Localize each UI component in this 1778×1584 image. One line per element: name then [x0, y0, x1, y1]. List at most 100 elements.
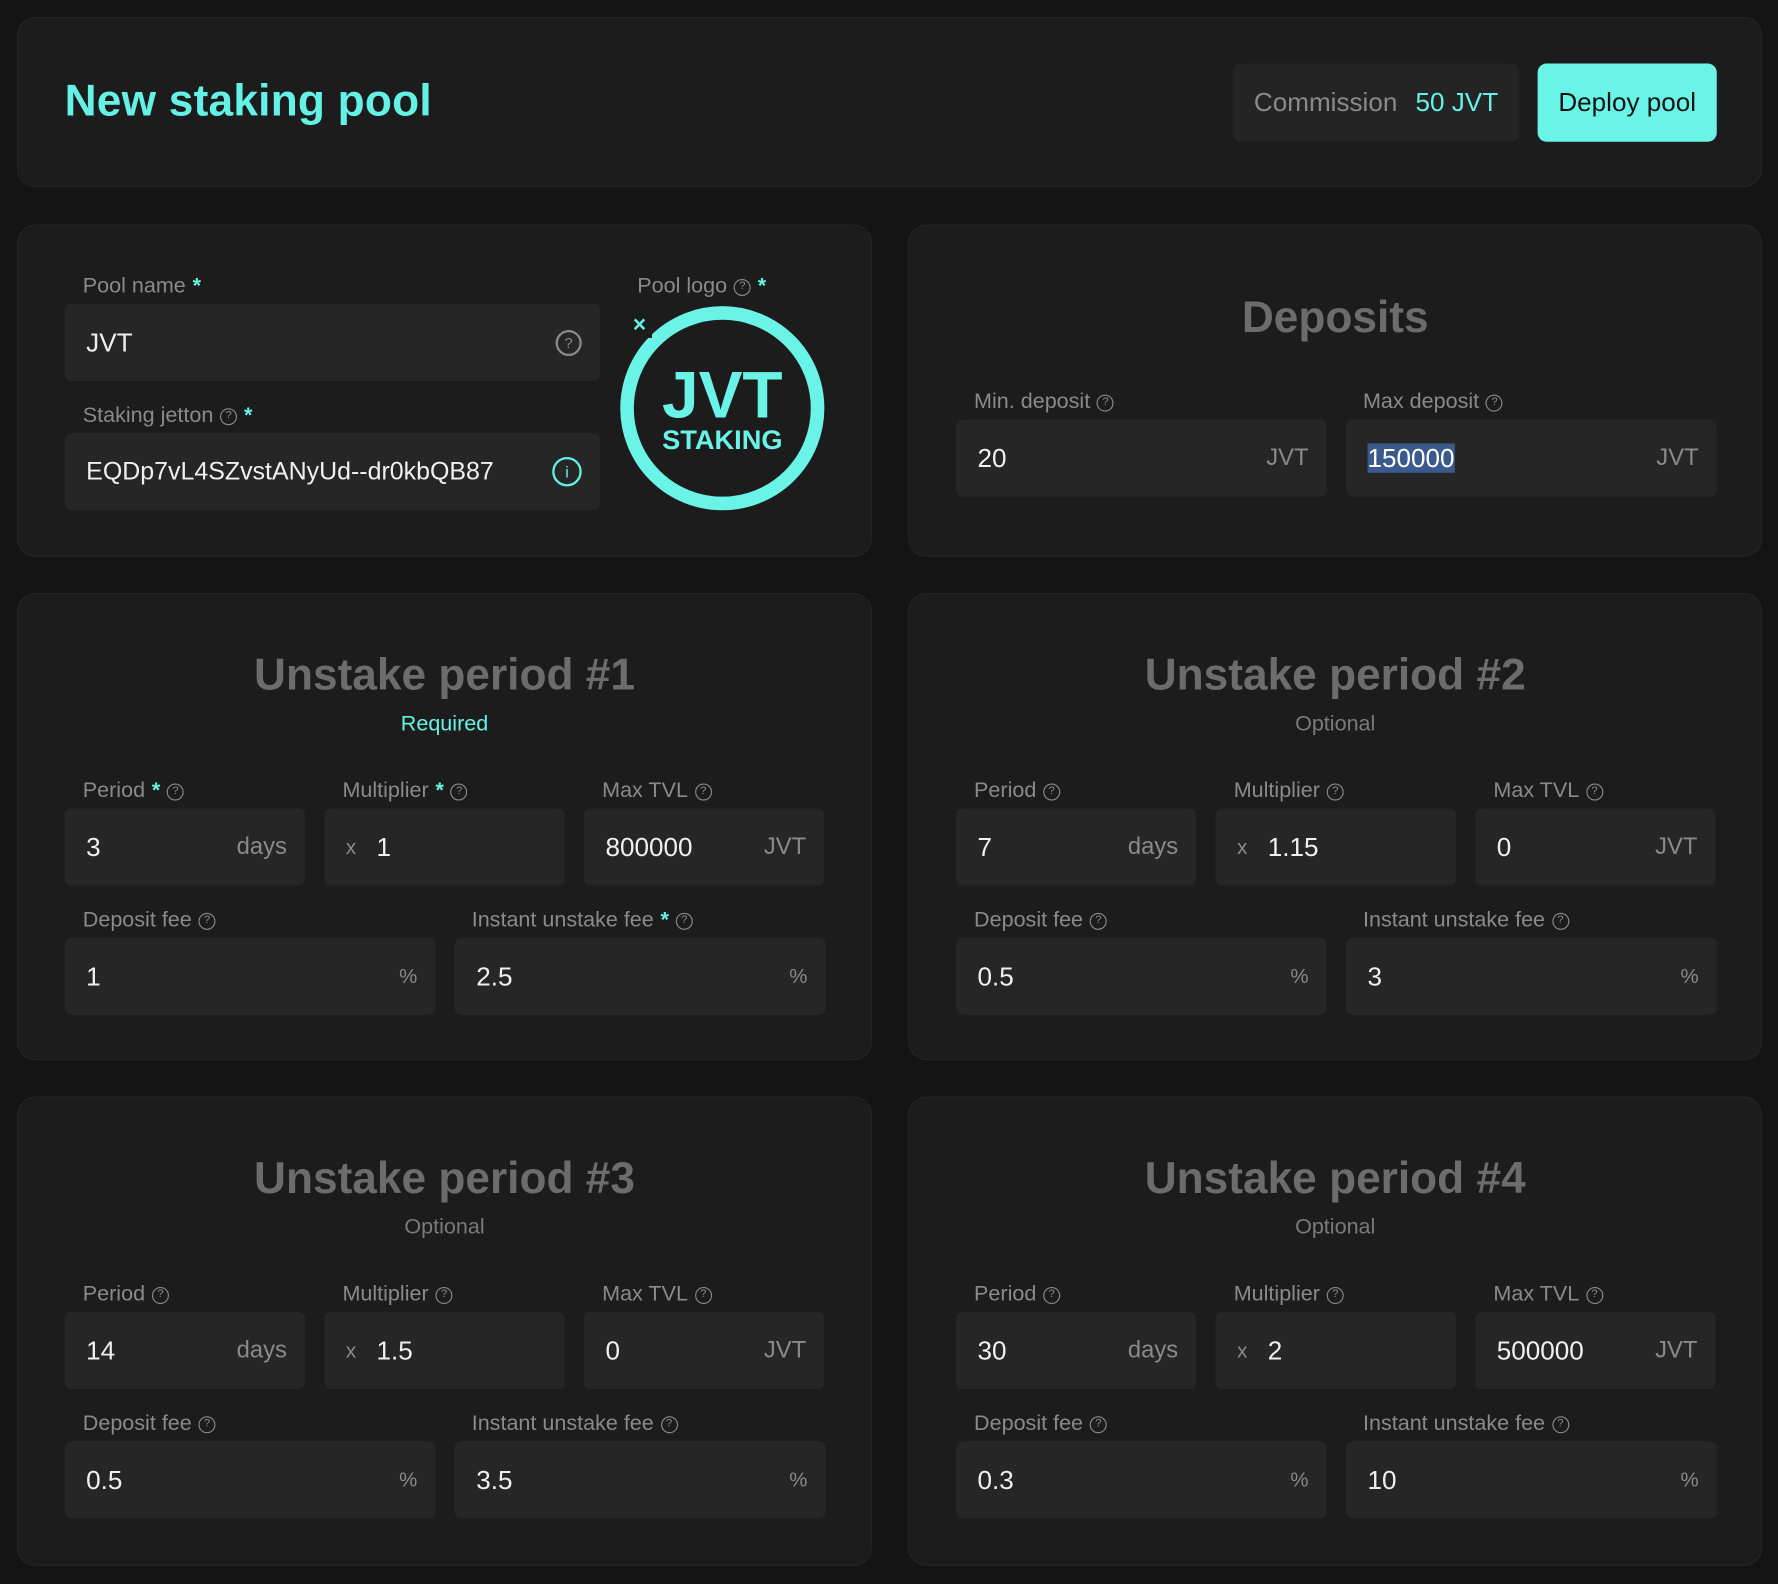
period-title: Unstake period #1 [254, 650, 635, 700]
help-icon[interactable]: ? [1043, 1286, 1061, 1304]
instant-unstake-fee-input[interactable]: 3.5% [454, 1441, 826, 1519]
max-tvl-label: Max TVL? [1493, 779, 1604, 804]
help-icon[interactable]: ? [1586, 1286, 1604, 1304]
instant-unstake-fee-label: Instant unstake fee? [1363, 1412, 1569, 1437]
min-deposit-input[interactable]: 20 JVT [955, 419, 1327, 497]
multiplier-input[interactable]: x 1.15 [1215, 808, 1456, 886]
page-title: New staking pool [64, 77, 432, 126]
deposits-title: Deposits [1241, 293, 1429, 343]
help-icon[interactable]: ? [1551, 912, 1569, 930]
staking-jetton-input[interactable]: EQDp7vL4SZvstANyUd--dr0kbQB87 i [64, 433, 600, 511]
unstake-period-2-panel: Unstake period #2 Optional Period? 7 days… [908, 593, 1763, 1061]
period-title: Unstake period #3 [254, 1154, 635, 1204]
period-subtitle: Required [400, 712, 489, 736]
instant-unstake-fee-label: Instant unstake fee? [1363, 908, 1569, 933]
max-deposit-label: Max deposit? [1363, 390, 1503, 415]
commission-value: 50 JVT [1415, 87, 1499, 117]
deposit-fee-input[interactable]: 1% [64, 937, 436, 1015]
staking-jetton-label: Staking jetton? * [82, 403, 253, 428]
period-days-input[interactable]: 14 days [64, 1311, 306, 1390]
period-days-input[interactable]: 3 days [64, 808, 306, 886]
help-icon[interactable]: ? [694, 782, 712, 800]
help-icon[interactable]: ? [1097, 394, 1115, 412]
help-icon[interactable]: ? [1089, 1415, 1107, 1433]
help-icon[interactable]: ? [733, 278, 751, 296]
max-tvl-input[interactable]: 0 JVT [1475, 808, 1716, 886]
help-icon[interactable]: ? [675, 912, 693, 930]
instant-unstake-fee-input[interactable]: 3% [1345, 937, 1717, 1015]
help-icon[interactable]: ? [555, 329, 582, 356]
deploy-pool-button[interactable]: Deploy pool [1537, 63, 1717, 142]
help-icon[interactable]: ? [1326, 1286, 1344, 1304]
multiplier-label: Multiplier *? [342, 779, 468, 804]
help-icon[interactable]: ? [198, 912, 216, 930]
instant-unstake-fee-input[interactable]: 2.5% [454, 937, 826, 1015]
period-subtitle: Optional [1295, 712, 1376, 736]
min-deposit-label: Min. deposit? [974, 390, 1115, 415]
max-tvl-label: Max TVL? [602, 1282, 712, 1307]
unstake-period-4-panel: Unstake period #4 Optional Period? 30 day… [908, 1096, 1763, 1566]
multiplier-label: Multiplier? [342, 1282, 453, 1307]
pool-logo-image[interactable]: × JVT STAKING [618, 304, 827, 513]
help-icon[interactable]: ? [450, 782, 468, 800]
max-tvl-label: Max TVL? [602, 779, 712, 804]
help-icon[interactable]: ? [1586, 782, 1604, 800]
max-tvl-input[interactable]: 0 JVT [583, 1311, 825, 1390]
max-tvl-input[interactable]: 500000 JVT [1475, 1311, 1716, 1390]
help-icon[interactable]: ? [151, 1286, 169, 1304]
period-title: Unstake period #4 [1144, 1154, 1526, 1204]
svg-text:JVT: JVT [662, 357, 783, 431]
multiplier-input[interactable]: x1 [324, 808, 565, 886]
period-days-input[interactable]: 30 days [955, 1311, 1197, 1390]
pool-logo-label: Pool logo? * [637, 274, 767, 299]
max-deposit-input[interactable]: 150000 JVT [1345, 419, 1717, 497]
help-icon[interactable]: ? [220, 407, 238, 425]
period-label: Period? [83, 1282, 169, 1307]
help-icon[interactable]: ? [198, 1415, 216, 1433]
max-tvl-input[interactable]: 800000 JVT [583, 808, 825, 886]
multiplier-input[interactable]: x 1.5 [324, 1311, 565, 1390]
instant-unstake-fee-label: Instant unstake fee? [472, 1412, 678, 1437]
deposit-fee-input[interactable]: 0.3% [955, 1441, 1327, 1519]
pool-info-panel: Pool name * JVT ? Staking jetton? * EQDp7v… [17, 224, 872, 557]
deposits-panel: Deposits Min. deposit? 20 JVT Max deposit… [908, 224, 1763, 557]
deposit-fee-label: Deposit fee? [974, 908, 1107, 933]
deposit-fee-input[interactable]: 0.5% [64, 1441, 436, 1519]
pool-name-input[interactable]: JVT ? [64, 303, 600, 382]
period-label: Period *? [83, 779, 185, 804]
help-icon[interactable]: ? [1043, 782, 1061, 800]
pool-name-label: Pool name * [82, 274, 201, 299]
period-days-input[interactable]: 7 days [955, 808, 1197, 886]
svg-text:STAKING: STAKING [662, 424, 782, 455]
help-icon[interactable]: ? [660, 1415, 678, 1433]
help-icon[interactable]: ? [1551, 1415, 1569, 1433]
commission-badge: Commission 50 JVT [1232, 63, 1520, 142]
deposit-fee-label: Deposit fee? [83, 1412, 216, 1437]
deposit-fee-label: Deposit fee? [83, 908, 216, 933]
multiplier-label: Multiplier? [1234, 1282, 1344, 1307]
header-panel: New staking pool Commission 50 JVT Deplo… [17, 17, 1763, 188]
multiplier-input[interactable]: x2 [1215, 1311, 1456, 1390]
instant-unstake-fee-label: Instant unstake fee *? [472, 908, 693, 933]
unstake-period-1-panel: Unstake period #1 Required Period *? 3 day… [17, 593, 872, 1061]
help-icon[interactable]: ? [694, 1286, 712, 1304]
period-subtitle: Optional [404, 1215, 485, 1240]
info-icon[interactable]: i [552, 456, 582, 487]
remove-logo-icon[interactable]: × [627, 312, 653, 338]
multiplier-label: Multiplier? [1234, 779, 1344, 804]
help-icon[interactable]: ? [1485, 394, 1503, 412]
period-label: Period? [974, 779, 1061, 804]
period-label: Period? [974, 1282, 1061, 1307]
deposit-fee-label: Deposit fee? [974, 1412, 1107, 1437]
max-tvl-label: Max TVL? [1493, 1282, 1604, 1307]
period-subtitle: Optional [1295, 1215, 1376, 1240]
commission-label: Commission [1253, 87, 1398, 117]
help-icon[interactable]: ? [167, 782, 185, 800]
help-icon[interactable]: ? [435, 1286, 453, 1304]
unstake-period-3-panel: Unstake period #3 Optional Period? 14 day… [17, 1096, 872, 1566]
instant-unstake-fee-input[interactable]: 10% [1345, 1441, 1717, 1519]
deposit-fee-input[interactable]: 0.5% [955, 937, 1327, 1015]
help-icon[interactable]: ? [1089, 912, 1107, 930]
period-title: Unstake period #2 [1144, 650, 1526, 700]
help-icon[interactable]: ? [1326, 782, 1344, 800]
